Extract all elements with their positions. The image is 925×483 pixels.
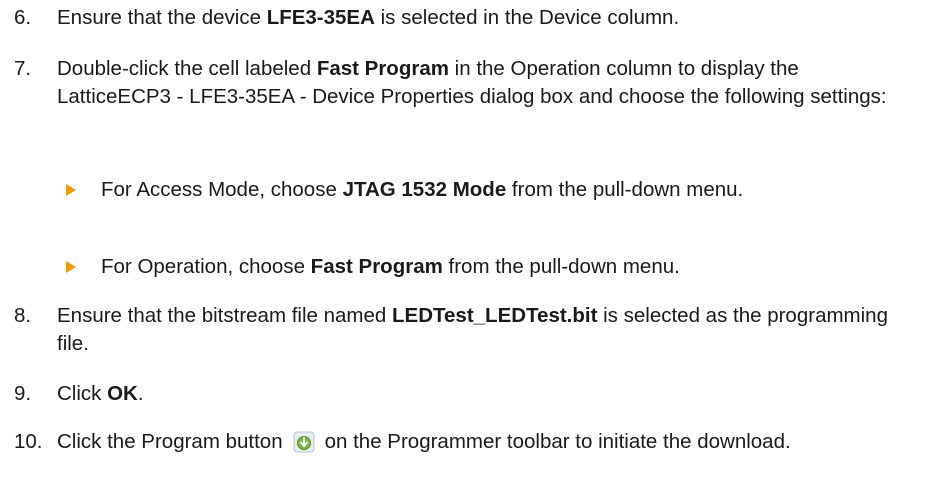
step-number: 7. <box>14 57 32 80</box>
step-number: 8. <box>14 304 32 327</box>
step-text: Ensure that the bitstream file named LED… <box>57 302 917 358</box>
step-number: 10. <box>14 430 43 453</box>
step-number: 9. <box>14 382 32 405</box>
bullet-arrow-icon <box>66 261 76 273</box>
text-run: For Access Mode, choose <box>101 178 343 201</box>
step-text: Double-click the cell labeled Fast Progr… <box>57 55 917 111</box>
bold-term: LEDTest_LEDTest.bit <box>392 304 598 327</box>
text-run: Ensure that the bitstream file named <box>57 304 393 327</box>
text-run: Click <box>57 382 108 405</box>
document-page: 6. Ensure that the device LFE3-35EA is s… <box>0 0 925 483</box>
program-download-icon <box>293 431 315 453</box>
bullet-arrow-icon <box>66 184 76 196</box>
text-run: is selected in the Device column. <box>374 6 680 29</box>
text-run: from the pull-down menu. <box>506 178 744 201</box>
step-text: Ensure that the device LFE3-35EA is sele… <box>57 4 917 32</box>
bold-term: OK <box>107 382 138 405</box>
text-run: . <box>137 382 144 405</box>
text-run: Click the Program button <box>57 430 283 453</box>
bold-term: JTAG 1532 Mode <box>342 178 507 201</box>
bold-term: Fast Program <box>310 255 443 278</box>
text-run: Double-click the cell labeled <box>57 57 317 80</box>
text-run: from the pull-down menu. <box>442 255 680 278</box>
bullet-text: For Operation, choose Fast Program from … <box>101 253 901 281</box>
bullet-text: For Access Mode, choose JTAG 1532 Mode f… <box>101 176 901 204</box>
step-number: 6. <box>14 6 32 29</box>
step-text: Click the Program button on the Programme… <box>57 428 917 456</box>
step-text: Click OK. <box>57 380 917 408</box>
text-run: Ensure that the device <box>57 6 267 29</box>
text-run: For Operation, choose <box>101 255 311 278</box>
bold-term: LFE3-35EA <box>266 6 375 29</box>
text-run: on the Programmer toolbar to initiate th… <box>324 430 791 453</box>
bold-term: Fast Program <box>316 57 449 80</box>
